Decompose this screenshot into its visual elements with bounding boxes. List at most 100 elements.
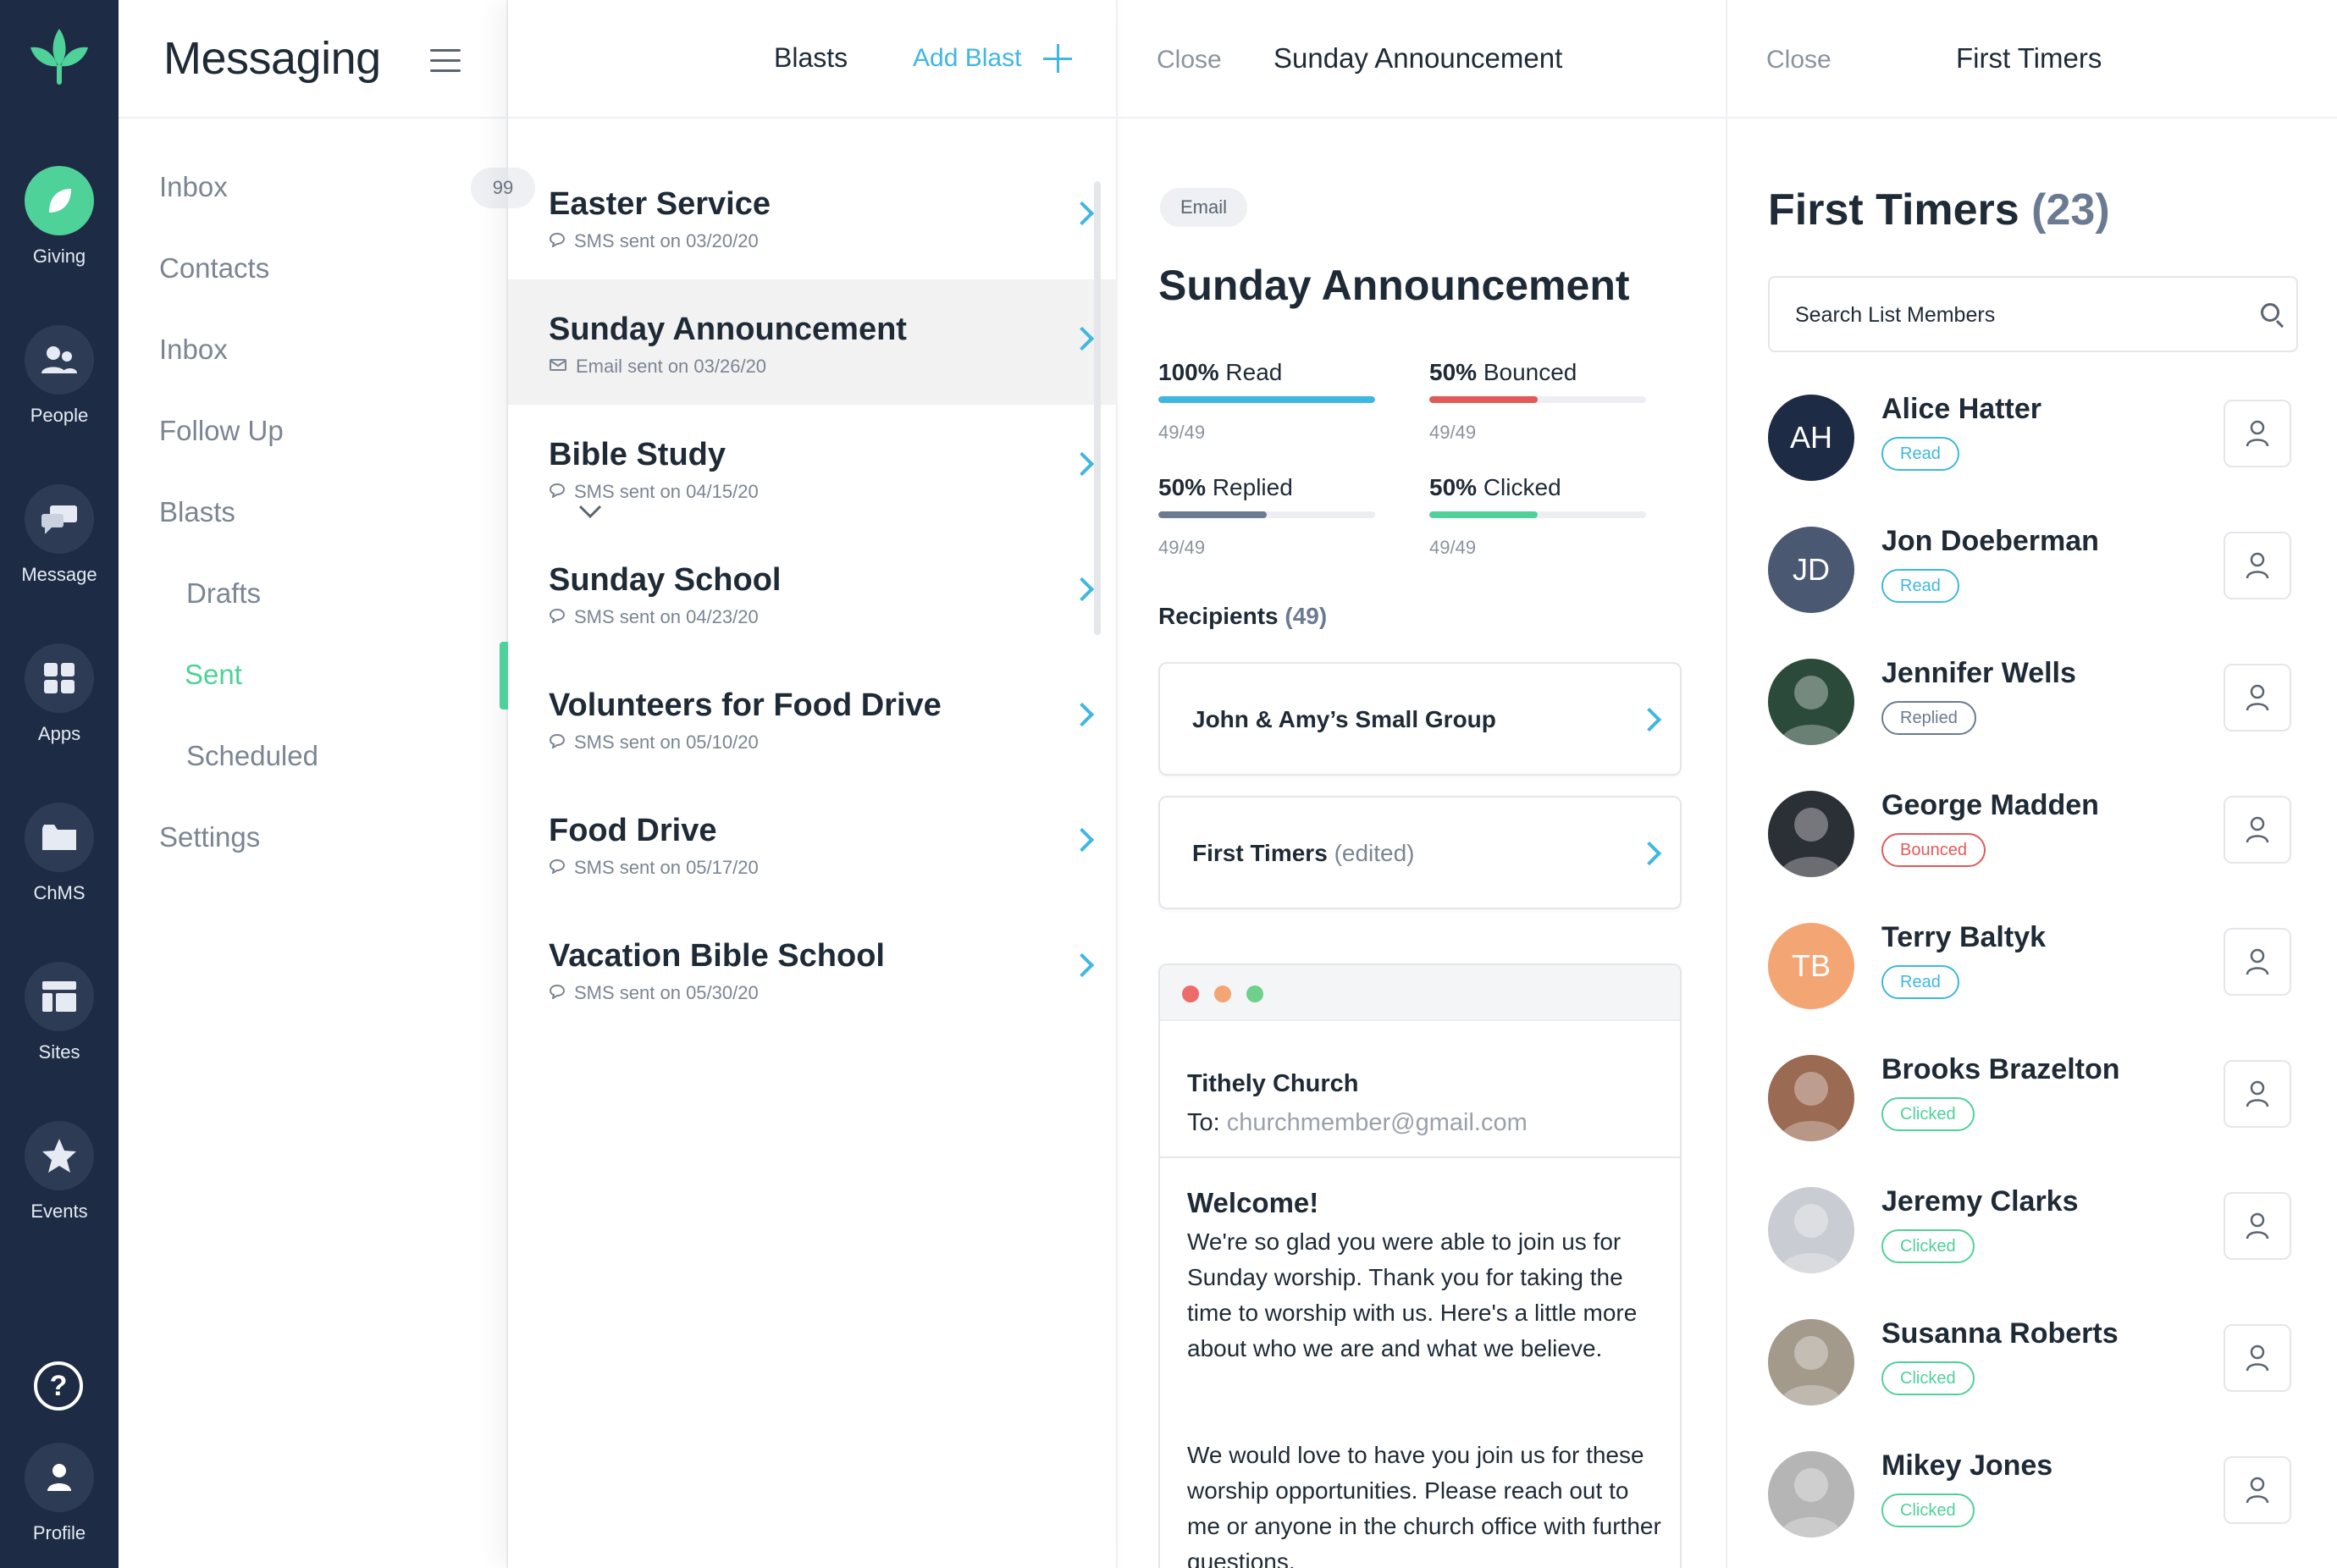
stat-count: 49/49 [1429, 537, 1477, 558]
view-profile-button[interactable] [2224, 1324, 2291, 1392]
hamburger-menu-icon[interactable] [430, 49, 461, 73]
plus-icon[interactable] [1043, 44, 1072, 73]
detail-header-title: Sunday Announcement [1273, 42, 1563, 74]
member-name: Jeremy Clarks [1881, 1185, 2079, 1217]
view-profile-button[interactable] [2224, 1192, 2291, 1260]
view-profile-button[interactable] [2224, 664, 2291, 732]
page-title: Messaging [163, 33, 381, 84]
list-member-row[interactable]: Mikey Jones Clicked [1727, 1443, 2337, 1568]
member-name: Susanna Roberts [1881, 1317, 2119, 1350]
view-profile-button[interactable] [2224, 400, 2291, 467]
close-detail-button[interactable]: Close [1157, 46, 1222, 75]
blast-row[interactable]: Bible Study SMS sent on 04/15/20 [508, 405, 1118, 530]
view-profile-button[interactable] [2224, 796, 2291, 864]
list-member-row[interactable]: JD Jon Doeberman Read [1727, 518, 2337, 650]
blast-sent-info: Email sent on 03/26/20 [549, 356, 766, 378]
progress-fill [1158, 511, 1267, 518]
avatar [1768, 1319, 1854, 1405]
chevron-right-icon [1069, 326, 1095, 351]
view-profile-button[interactable] [2224, 928, 2291, 996]
blast-row[interactable]: Sunday School SMS sent on 04/23/20 [508, 530, 1118, 655]
blast-sent-info: SMS sent on 03/20/20 [549, 230, 759, 252]
rail-item-label: Events [30, 1201, 88, 1222]
status-badge: Clicked [1881, 1493, 1975, 1527]
status-badge: Read [1881, 437, 1959, 471]
nav-item-blasts[interactable]: Blasts [159, 496, 235, 528]
avatar: AH [1768, 395, 1854, 481]
stat-replied: 50% Replied 49/49 [1158, 474, 1375, 559]
progress-fill [1429, 511, 1538, 518]
view-profile-button[interactable] [2224, 532, 2291, 599]
blasts-scrollbar[interactable] [1094, 181, 1101, 635]
close-list-button[interactable]: Close [1766, 46, 1831, 75]
list-header-title: First Timers [1956, 42, 2102, 74]
app-rail: Giving People Message Apps ChMS Sites Ev… [0, 0, 119, 1568]
sms-bubble-icon [549, 982, 566, 1004]
blast-detail-column: Close Sunday Announcement Email Sunday A… [1118, 0, 1727, 1568]
nav-item-sent[interactable]: Sent [185, 659, 242, 691]
sms-bubble-icon [549, 230, 566, 252]
list-member-row[interactable]: Jeremy Clarks Clicked [1727, 1179, 2337, 1311]
rail-item-chms[interactable]: ChMS [0, 803, 119, 904]
progress-track [1429, 511, 1646, 518]
blasts-title: Blasts [774, 42, 848, 73]
list-member-row[interactable]: TB Terry Baltyk Read [1727, 914, 2337, 1046]
messaging-nav: Messaging Inbox 99 Contacts Inbox Follow… [119, 0, 602, 1568]
rail-item-giving[interactable]: Giving [0, 166, 119, 268]
email-paragraph: We would love to have you join us for th… [1187, 1442, 1661, 1568]
search-input[interactable] [1795, 300, 2235, 330]
list-member-row[interactable]: AH Alice Hatter Read [1727, 386, 2337, 518]
search-box [1768, 276, 2298, 352]
rail-item-sites[interactable]: Sites [0, 962, 119, 1063]
avatar [1768, 1451, 1854, 1538]
rail-item-events[interactable]: Events [0, 1121, 119, 1223]
nav-item-contacts[interactable]: Contacts [159, 252, 269, 284]
person-icon [2246, 1477, 2269, 1504]
person-icon [2246, 684, 2269, 711]
avatar [1768, 1055, 1854, 1141]
rail-item-profile[interactable]: Profile [0, 1443, 119, 1544]
avatar [1768, 791, 1854, 877]
sms-bubble-icon [549, 606, 566, 628]
help-icon[interactable]: ? [34, 1361, 83, 1411]
chevron-right-icon [1069, 952, 1095, 978]
status-badge: Clicked [1881, 1229, 1975, 1263]
list-member-row[interactable]: George Madden Bounced [1727, 782, 2337, 914]
chevron-right-icon [1637, 841, 1662, 866]
blasts-header: Blasts Add Blast [508, 0, 1116, 119]
blast-row[interactable]: Food Drive SMS sent on 05/17/20 [508, 781, 1118, 906]
avatar: TB [1768, 923, 1854, 1009]
nav-item-inbox[interactable]: Inbox [159, 171, 228, 203]
list-member-row[interactable]: Jennifer Wells Replied [1727, 650, 2337, 782]
tithely-logo-icon[interactable] [25, 22, 93, 90]
rail-item-apps[interactable]: Apps [0, 643, 119, 745]
rail-item-people[interactable]: People [0, 325, 119, 427]
window-minimize-dot [1214, 986, 1231, 1002]
blast-row[interactable]: Volunteers for Food Drive SMS sent on 05/… [508, 655, 1118, 781]
nav-item-inbox-2[interactable]: Inbox [159, 334, 228, 366]
nav-item-scheduled[interactable]: Scheduled [186, 740, 318, 772]
blast-row[interactable]: Easter Service SMS sent on 03/20/20 [508, 154, 1118, 279]
rail-item-label: ChMS [33, 882, 86, 903]
rail-item-label: Sites [38, 1041, 80, 1063]
blast-name: Vacation Bible School [549, 938, 885, 974]
list-member-row[interactable]: Susanna Roberts Clicked [1727, 1311, 2337, 1443]
recipient-card[interactable]: John & Amy’s Small Group [1158, 662, 1682, 776]
nav-item-settings[interactable]: Settings [159, 821, 260, 853]
view-profile-button[interactable] [2224, 1456, 2291, 1524]
nav-item-follow-up[interactable]: Follow Up [159, 415, 284, 447]
member-name: Alice Hatter [1881, 393, 2041, 425]
view-profile-button[interactable] [2224, 1060, 2291, 1128]
blast-sent-info: SMS sent on 05/30/20 [549, 982, 759, 1004]
nav-item-drafts[interactable]: Drafts [186, 577, 261, 610]
grid-icon [25, 643, 94, 713]
blast-row[interactable]: Sunday Announcement Email sent on 03/26/2… [508, 279, 1118, 405]
add-blast-button[interactable]: Add Blast [913, 44, 1021, 73]
list-header: Close First Timers [1727, 0, 2337, 119]
list-member-row[interactable]: Brooks Brazelton Clicked [1727, 1046, 2337, 1179]
rail-item-message[interactable]: Message [0, 484, 119, 586]
blast-row[interactable]: Vacation Bible School SMS sent on 05/30/2… [508, 906, 1118, 1031]
rail-item-label: People [30, 405, 89, 426]
recipient-card[interactable]: First Timers (edited) [1158, 796, 1682, 909]
search-icon[interactable] [2261, 303, 2279, 322]
